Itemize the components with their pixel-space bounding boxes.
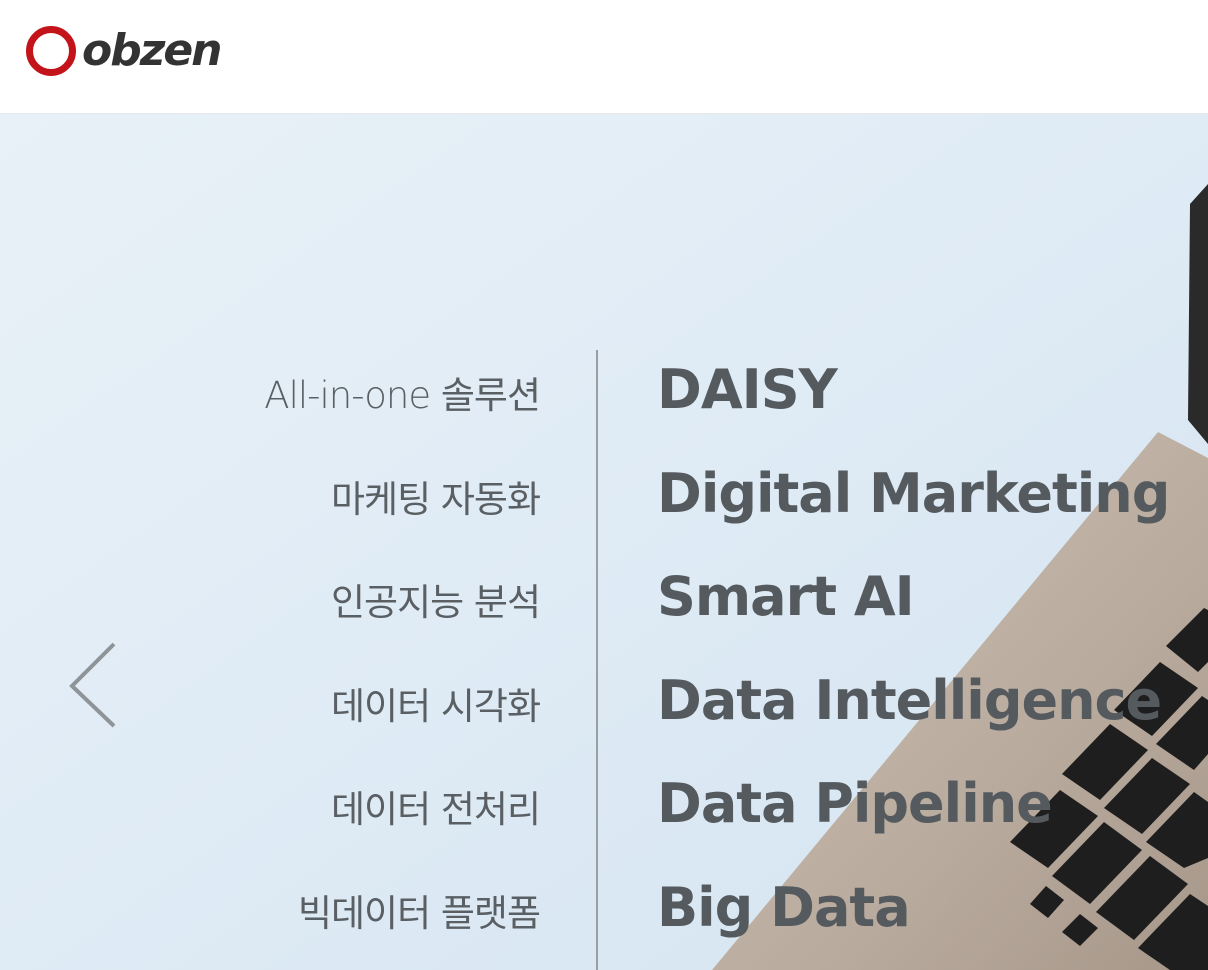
product-item[interactable]: Big Data xyxy=(657,876,1208,970)
category-item[interactable]: 데이터 시각화 xyxy=(140,675,541,779)
product-menu: DAISY Digital Marketing Smart AI Data In… xyxy=(657,358,1208,970)
category-item[interactable]: 데이터 전처리 xyxy=(140,778,541,882)
logo-ring-icon xyxy=(26,26,76,76)
product-item[interactable]: Data Intelligence xyxy=(657,669,1208,773)
chevron-left-icon[interactable] xyxy=(64,640,124,730)
logo-text: obzen xyxy=(82,25,222,76)
product-item[interactable]: DAISY xyxy=(657,358,1208,462)
product-item[interactable]: Data Pipeline xyxy=(657,772,1208,876)
obzen-logo[interactable]: obzen xyxy=(26,20,222,82)
category-item[interactable]: All-in-one 솔루션 xyxy=(140,364,541,468)
vertical-divider xyxy=(596,350,598,970)
category-menu: All-in-one 솔루션 마케팅 자동화 인공지능 분석 데이터 시각화 데… xyxy=(140,364,541,970)
product-item[interactable]: Digital Marketing xyxy=(657,462,1208,566)
category-item[interactable]: 인공지능 분석 xyxy=(140,571,541,675)
site-header: obzen xyxy=(0,0,1208,114)
hero-banner: All-in-one 솔루션 마케팅 자동화 인공지능 분석 데이터 시각화 데… xyxy=(0,114,1208,970)
category-item[interactable]: 빅데이터 플랫폼 xyxy=(140,882,541,970)
category-item[interactable]: 마케팅 자동화 xyxy=(140,468,541,572)
product-item[interactable]: Smart AI xyxy=(657,565,1208,669)
